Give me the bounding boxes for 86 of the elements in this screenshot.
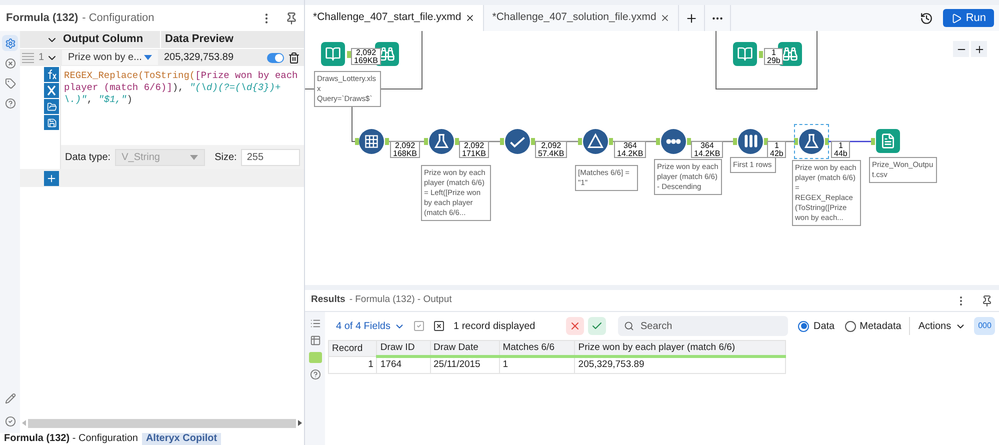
- caret-icon: [144, 55, 152, 60]
- cell-format-button[interactable]: 000: [974, 317, 996, 335]
- table-cell: 1: [499, 356, 575, 373]
- run-button[interactable]: Run: [942, 9, 994, 27]
- pin-icon[interactable]: [285, 12, 298, 24]
- close-icon[interactable]: [465, 13, 476, 23]
- drag-handle-icon[interactable]: [22, 52, 34, 62]
- record-count: 2,092 168KB: [390, 141, 420, 158]
- help-icon[interactable]: [310, 369, 320, 380]
- pencil-icon[interactable]: [4, 393, 16, 404]
- table-cell: 1764: [376, 356, 430, 373]
- record-count: 1 42b: [767, 141, 786, 158]
- record-count-text: 1 record displayed: [453, 320, 536, 334]
- table-cell: 25/11/2015: [430, 356, 500, 373]
- check-icon: [591, 320, 604, 332]
- column-header[interactable]: Draw ID: [376, 340, 430, 357]
- column-header: Output Column: [62, 32, 144, 48]
- fields-dropdown[interactable]: 4 of 4 Fields: [336, 318, 406, 334]
- size-field[interactable]: 255: [240, 148, 300, 166]
- clear-icon[interactable]: [433, 320, 446, 332]
- caret-icon: [190, 154, 198, 160]
- document-tab[interactable]: *Challenge_407_start_file.yxmd: [305, 5, 484, 31]
- book-icon[interactable]: [733, 42, 758, 67]
- function-icon[interactable]: [44, 67, 59, 82]
- plus-icon: [685, 12, 698, 24]
- pin-icon[interactable]: [981, 294, 993, 306]
- record-count: 2,092 171KB: [459, 141, 490, 158]
- anchor-icon: [759, 51, 763, 58]
- checkbox-icon[interactable]: [413, 320, 426, 332]
- check-circle-icon[interactable]: [4, 416, 16, 427]
- record-count: 2,092 57.4KB: [535, 141, 568, 158]
- results-title: Results: [311, 293, 346, 308]
- results-subtitle: - Formula (132) - Output: [349, 293, 452, 308]
- column-dropdown[interactable]: Prize won by e...: [62, 50, 158, 65]
- record-count: 2,092 169KB: [351, 48, 382, 65]
- flask-icon[interactable]: [429, 129, 454, 154]
- grid-icon[interactable]: [359, 129, 384, 154]
- settings-icon[interactable]: [2, 35, 18, 51]
- toggle-switch[interactable]: [267, 52, 284, 62]
- save-icon[interactable]: [44, 115, 59, 130]
- size-label: Size:: [214, 150, 237, 164]
- variable-icon[interactable]: [44, 83, 59, 98]
- reject-button[interactable]: [566, 317, 584, 335]
- panel-title: Formula (132): [6, 10, 78, 26]
- plus-icon: [974, 44, 984, 54]
- scrollbar[interactable]: [28, 418, 296, 428]
- plus-icon: [46, 172, 57, 184]
- delete-icon[interactable]: [288, 52, 300, 64]
- data-type-label: Data type:: [65, 150, 111, 164]
- flask-icon[interactable]: [794, 124, 829, 159]
- record-count: 1 44b: [831, 141, 850, 158]
- view-radio[interactable]: Data: [798, 318, 835, 334]
- play-icon: [950, 12, 962, 24]
- add-button[interactable]: [44, 170, 59, 186]
- panel-subtitle: - Configuration: [82, 10, 154, 26]
- column-header[interactable]: Draw Date: [430, 340, 500, 357]
- column-header[interactable]: Prize won by each player (match 6/6): [574, 340, 786, 357]
- document-icon[interactable]: [876, 129, 901, 154]
- search-icon: [624, 321, 634, 331]
- close-icon[interactable]: [660, 13, 670, 23]
- anchor-icon: [347, 51, 351, 58]
- table-icon[interactable]: [310, 335, 320, 346]
- table-cell: 1: [328, 356, 377, 373]
- zoom-out-button[interactable]: [953, 41, 969, 57]
- accept-button[interactable]: [588, 317, 606, 335]
- preview-value: 205,329,753.89: [163, 51, 235, 65]
- table-cell: 205,329,753.89: [574, 356, 786, 373]
- record-count: 1 29b: [764, 48, 784, 65]
- record-count: 364 14.2KB: [614, 141, 646, 158]
- checkmark-icon[interactable]: [505, 129, 530, 154]
- search-field[interactable]: Search: [618, 316, 788, 336]
- book-icon[interactable]: [321, 42, 346, 67]
- zoom-in-button[interactable]: [971, 41, 987, 57]
- test-tubes-icon[interactable]: [738, 129, 763, 154]
- panel-tab[interactable]: Alteryx Copilot: [142, 433, 222, 445]
- view-radio[interactable]: Metadata: [844, 318, 902, 334]
- formula-expression[interactable]: REGEX_Replace(ToString([Prize won by each player (match 6/6)]), "(\d)(?=(\d{3})+\.)", "$1,"): [61, 66, 304, 145]
- history-icon[interactable]: [920, 12, 933, 24]
- column-header[interactable]: Matches 6/6: [499, 340, 575, 357]
- record-count: 364 14.2KB: [691, 141, 724, 158]
- row-number: 1: [37, 51, 44, 65]
- open-folder-icon[interactable]: [44, 99, 59, 114]
- actions-dropdown[interactable]: Actions: [918, 318, 966, 334]
- close-icon: [569, 320, 582, 332]
- dots-icon[interactable]: [661, 129, 686, 154]
- column-header[interactable]: Record: [328, 340, 377, 357]
